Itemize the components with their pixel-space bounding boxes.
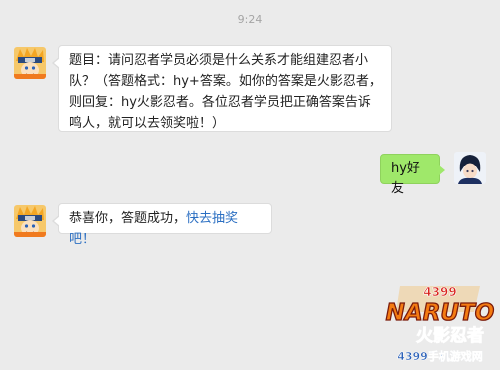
user-reply-bubble: hy好友 — [380, 154, 445, 196]
naruto-avatar-icon[interactable] — [14, 205, 46, 237]
logo-subtitle-text: 火影忍者 — [416, 325, 484, 346]
chat-timestamp: 9:24 — [237, 13, 263, 26]
logo-4399-text: 4399 — [423, 285, 456, 299]
naruto-logo: 4399 NARUTO 火影忍者 4399手机游戏网 — [382, 282, 498, 366]
bot-success-bubble: 恭喜你，答题成功，快去抽奖吧！ — [52, 203, 272, 247]
naruto-avatar-icon[interactable] — [14, 47, 46, 79]
bot-success-text: 恭喜你，答题成功， — [69, 211, 187, 226]
user-avatar-icon[interactable] — [454, 152, 486, 184]
bot-question-text: 题目：请问忍者学员必须是什么关系才能组建忍者小队？（答题格式：hy+答案。如你的… — [69, 53, 382, 131]
user-reply-text: hy好友 — [391, 161, 420, 196]
logo-naruto-text: NARUTO — [386, 300, 495, 326]
logo-footer-text: 4399手机游戏网 — [397, 349, 483, 363]
bot-question-bubble: 题目：请问忍者学员必须是什么关系才能组建忍者小队？（答题格式：hy+答案。如你的… — [52, 45, 392, 132]
